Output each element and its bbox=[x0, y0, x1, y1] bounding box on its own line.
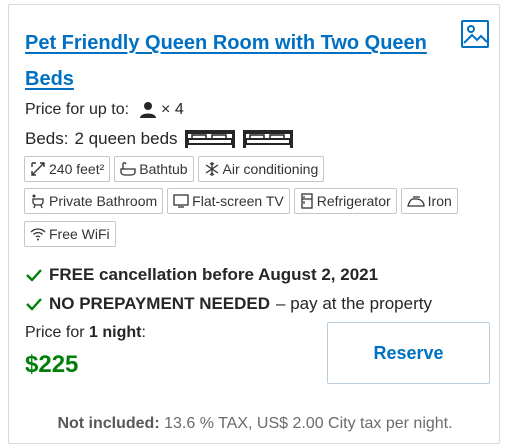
nights-count: 1 night bbox=[89, 324, 142, 341]
price-value: $225 bbox=[25, 351, 79, 378]
facility-label: 240 feet² bbox=[49, 161, 105, 177]
facility-row: Free WiFi bbox=[24, 221, 494, 247]
facility-row: Private Bathroom Flat-screen TV Refriger… bbox=[24, 188, 494, 214]
facility-free-wifi: Free WiFi bbox=[24, 221, 116, 247]
snowflake-icon bbox=[205, 162, 218, 176]
occupancy-line: Price for up to: × 4 bbox=[25, 100, 184, 120]
free-cancellation-line: FREE cancellation before August 2, 2021 bbox=[25, 265, 378, 285]
room-card: Pet Friendly Queen Room with Two Queen B… bbox=[8, 4, 500, 444]
facility-iron: Iron bbox=[400, 188, 458, 214]
bathtub-icon bbox=[120, 162, 136, 176]
no-prepayment-text: NO PREPAYMENT NEEDED bbox=[49, 294, 271, 313]
occupancy-count: × 4 bbox=[161, 101, 184, 118]
facility-room-size: 240 feet² bbox=[24, 156, 111, 182]
wifi-icon bbox=[30, 228, 46, 241]
person-icon bbox=[140, 102, 157, 118]
price-for-label: Price for bbox=[25, 324, 85, 341]
refrigerator-icon bbox=[301, 193, 313, 209]
facility-label: Refrigerator bbox=[316, 193, 391, 209]
beds-line: Beds: 2 queen beds bbox=[25, 129, 294, 149]
facility-private-bathroom: Private Bathroom bbox=[24, 188, 164, 214]
checkmark-icon bbox=[26, 269, 42, 282]
facility-bathtub: Bathtub bbox=[114, 156, 194, 182]
not-included-note: Not included: 13.6 % TAX, US$ 2.00 City … bbox=[9, 415, 501, 433]
facility-label: Iron bbox=[427, 193, 452, 209]
price-for-colon: : bbox=[141, 324, 146, 341]
not-included-label: Not included: bbox=[57, 415, 160, 432]
facility-label: Air conditioning bbox=[222, 161, 319, 177]
facility-label: Free WiFi bbox=[49, 226, 110, 242]
private-bathroom-icon bbox=[32, 194, 44, 209]
beds-label: Beds: bbox=[25, 129, 69, 148]
facility-flat-screen-tv: Flat-screen TV bbox=[167, 188, 290, 214]
facility-air-conditioning: Air conditioning bbox=[197, 156, 325, 182]
beds-value: 2 queen beds bbox=[74, 129, 178, 148]
facility-label: Private Bathroom bbox=[49, 193, 158, 209]
facility-label: Flat-screen TV bbox=[192, 193, 284, 209]
photo-gallery-icon[interactable] bbox=[460, 19, 490, 49]
tv-icon bbox=[173, 194, 189, 208]
reserve-button[interactable]: Reserve bbox=[327, 322, 490, 384]
price-for-nights: Price for 1 night: bbox=[25, 324, 146, 342]
pay-at-property-text: – pay at the property bbox=[276, 294, 432, 313]
price-for-up-to-label: Price for up to: bbox=[25, 101, 130, 118]
free-cancellation-text: FREE cancellation before August 2, 2021 bbox=[49, 265, 379, 284]
not-included-text: 13.6 % TAX, US$ 2.00 City tax per night. bbox=[164, 415, 453, 432]
room-title-link[interactable]: Pet Friendly Queen Room with Two Queen B… bbox=[25, 25, 445, 97]
facility-refrigerator: Refrigerator bbox=[293, 188, 397, 214]
facility-row: 240 feet² Bathtub Air conditioning bbox=[24, 156, 494, 182]
iron-icon bbox=[406, 196, 425, 207]
checkmark-icon bbox=[26, 298, 42, 311]
no-prepayment-line: NO PREPAYMENT NEEDED – pay at the proper… bbox=[25, 294, 432, 314]
room-size-icon bbox=[31, 162, 45, 176]
facility-label: Bathtub bbox=[139, 161, 188, 177]
queen-bed-icon bbox=[242, 130, 293, 148]
queen-bed-icon bbox=[184, 130, 235, 148]
